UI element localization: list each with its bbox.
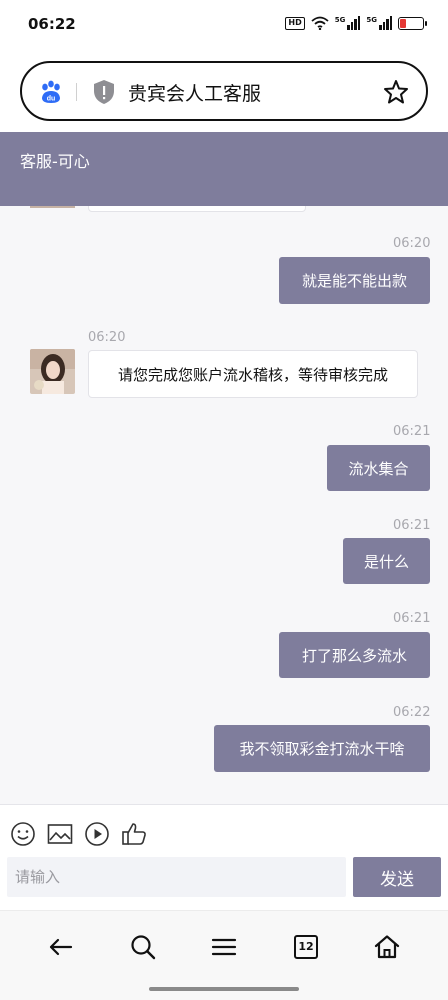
- baidu-paw-icon[interactable]: du: [38, 79, 64, 105]
- message-input[interactable]: [7, 857, 346, 897]
- shield-icon[interactable]: [92, 79, 116, 105]
- network-label-1: 5G: [334, 16, 346, 24]
- message-time: 06:20: [393, 236, 431, 251]
- message-bubble-outgoing: 流水集合: [327, 445, 430, 491]
- avatar-image: [30, 349, 75, 394]
- url-title[interactable]: 贵宾会人工客服: [128, 79, 261, 106]
- browser-nav-bar: 12: [0, 910, 448, 1000]
- input-area: 发送: [0, 804, 448, 910]
- tabs-icon[interactable]: 12: [292, 933, 320, 961]
- url-divider: [76, 83, 77, 101]
- hd-icon: HD: [285, 16, 305, 30]
- message-bubble-outgoing: 就是能不能出款: [279, 257, 430, 304]
- avatar[interactable]: [30, 349, 75, 394]
- message-bubble-incoming: 请您完成您账户流水稽核，等待审核完成: [88, 350, 418, 398]
- star-icon[interactable]: [382, 78, 410, 106]
- battery-icon: [398, 16, 427, 30]
- video-icon[interactable]: [84, 821, 110, 847]
- status-icons: HD 5G 5G: [285, 16, 427, 30]
- message-time: 06:22: [393, 705, 431, 720]
- home-indicator[interactable]: [149, 987, 299, 991]
- battery-fill: [400, 18, 406, 28]
- message-time: 06:21: [393, 611, 431, 626]
- thumbs-up-icon[interactable]: [121, 821, 147, 847]
- menu-icon[interactable]: [210, 933, 238, 961]
- wifi-icon: [311, 16, 329, 30]
- network-label-2: 5G: [366, 16, 377, 24]
- message-time: 06:20: [88, 330, 126, 345]
- svg-text:du: du: [47, 96, 56, 103]
- message-time: 06:21: [393, 424, 431, 439]
- message-bubble-outgoing: 我不领取彩金打流水干啥: [214, 725, 430, 772]
- signal-icon-2: 5G: [366, 16, 392, 30]
- status-time: 06:22: [28, 15, 76, 33]
- message-bubble-outgoing: 打了那么多流水: [279, 632, 430, 678]
- signal-icon-1: 5G: [335, 16, 361, 30]
- message-bubble-incoming: [88, 206, 306, 212]
- message-bubble-outgoing: 是什么: [343, 538, 430, 584]
- search-icon[interactable]: [129, 933, 157, 961]
- avatar: [30, 206, 75, 208]
- tabs-count: 12: [298, 940, 314, 953]
- chat-header: 客服-可心: [0, 132, 448, 206]
- message-time: 06:21: [393, 518, 431, 533]
- url-bar[interactable]: du 贵宾会人工客服: [20, 61, 428, 121]
- image-icon[interactable]: [47, 821, 73, 847]
- chat-header-title: 客服-可心: [20, 152, 90, 171]
- send-button[interactable]: 发送: [353, 857, 441, 897]
- status-bar: 06:22 HD 5G 5G: [0, 0, 448, 52]
- home-icon[interactable]: [373, 933, 401, 961]
- emoji-icon[interactable]: [10, 821, 36, 847]
- message-list[interactable]: 06:20 就是能不能出款 06:20 请您完成您账户流水稽核，等待审核完成 0…: [0, 206, 448, 804]
- back-arrow-icon[interactable]: [47, 933, 75, 961]
